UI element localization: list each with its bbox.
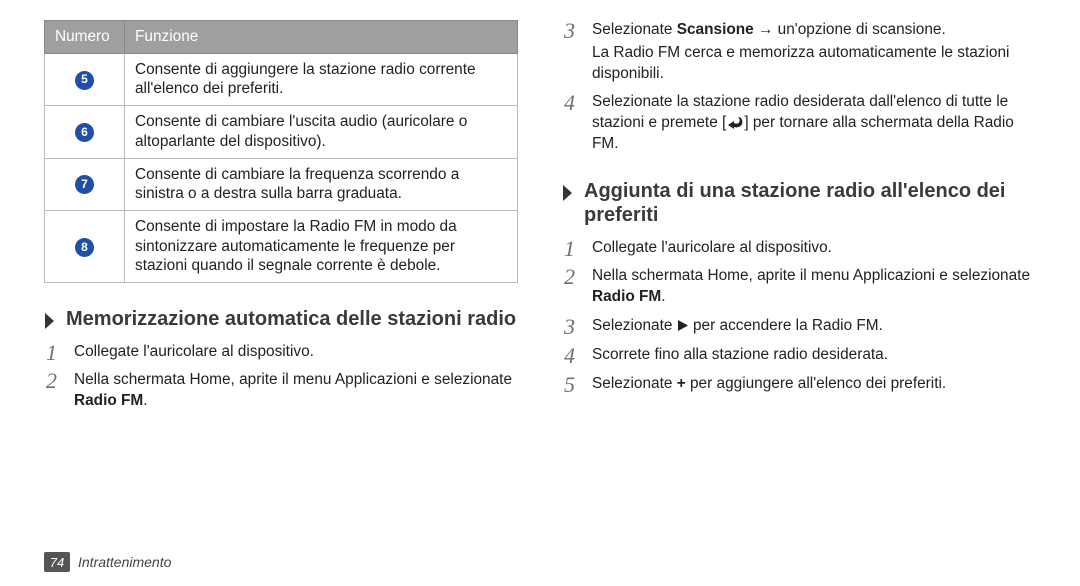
play-triangle-icon <box>677 319 689 332</box>
step-item: Selezionate per accendere la Radio FM. <box>562 316 1036 337</box>
row-number-badge: 5 <box>75 71 94 90</box>
row-number-badge: 7 <box>75 175 94 194</box>
table-row: 7 Consente di cambiare la frequenza scor… <box>45 158 518 210</box>
table-row: 8 Consente di impostare la Radio FM in m… <box>45 211 518 283</box>
section-heading-memorizzazione: Memorizzazione automatica delle stazioni… <box>44 307 518 331</box>
page-number-badge: 74 <box>44 552 70 572</box>
row-desc: Consente di aggiungere la stazione radio… <box>125 53 518 105</box>
chevron-right-icon <box>562 184 576 202</box>
step-item: Nella schermata Home, aprite il menu App… <box>44 370 518 412</box>
step-item: Collegate l'auricolare al dispositivo. <box>44 342 518 363</box>
section-heading-aggiunta: Aggiunta di una stazione radio all'elenc… <box>562 179 1036 228</box>
table-head-num: Numero <box>45 21 125 54</box>
row-desc: Consente di cambiare l'uscita audio (aur… <box>125 106 518 158</box>
right-steps-list: Collegate l'auricolare al dispositivo. N… <box>562 238 1036 395</box>
left-steps-list: Collegate l'auricolare al dispositivo. N… <box>44 342 518 412</box>
row-number-badge: 6 <box>75 123 94 142</box>
table-row: 5 Consente di aggiungere la stazione rad… <box>45 53 518 105</box>
row-desc: Consente di cambiare la frequenza scorre… <box>125 158 518 210</box>
table-head-func: Funzione <box>125 21 518 54</box>
chevron-right-icon <box>44 312 58 330</box>
section-title: Memorizzazione automatica delle stazioni… <box>66 307 516 331</box>
step-item: Nella schermata Home, aprite il menu App… <box>562 266 1036 308</box>
function-table: Numero Funzione 5 Consente di aggiungere… <box>44 20 518 283</box>
footer-section-label: Intrattenimento <box>78 554 171 570</box>
row-number-badge: 8 <box>75 238 94 257</box>
row-desc: Consente di impostare la Radio FM in mod… <box>125 211 518 283</box>
step-item: Selezionate Scansione → un'opzione di sc… <box>562 20 1036 84</box>
right-column: Selezionate Scansione → un'opzione di sc… <box>562 20 1036 530</box>
table-row: 6 Consente di cambiare l'uscita audio (a… <box>45 106 518 158</box>
back-arrow-icon <box>726 116 744 129</box>
page-footer: 74 Intrattenimento <box>44 552 171 572</box>
left-column: Numero Funzione 5 Consente di aggiungere… <box>44 20 518 530</box>
step-item: Selezionate la stazione radio desiderata… <box>562 92 1036 154</box>
step-item: Selezionate + per aggiungere all'elenco … <box>562 374 1036 395</box>
right-top-steps-list: Selezionate Scansione → un'opzione di sc… <box>562 20 1036 155</box>
section-title: Aggiunta di una stazione radio all'elenc… <box>584 179 1036 228</box>
step-item: Collegate l'auricolare al dispositivo. <box>562 238 1036 259</box>
step-item: Scorrete fino alla stazione radio deside… <box>562 345 1036 366</box>
